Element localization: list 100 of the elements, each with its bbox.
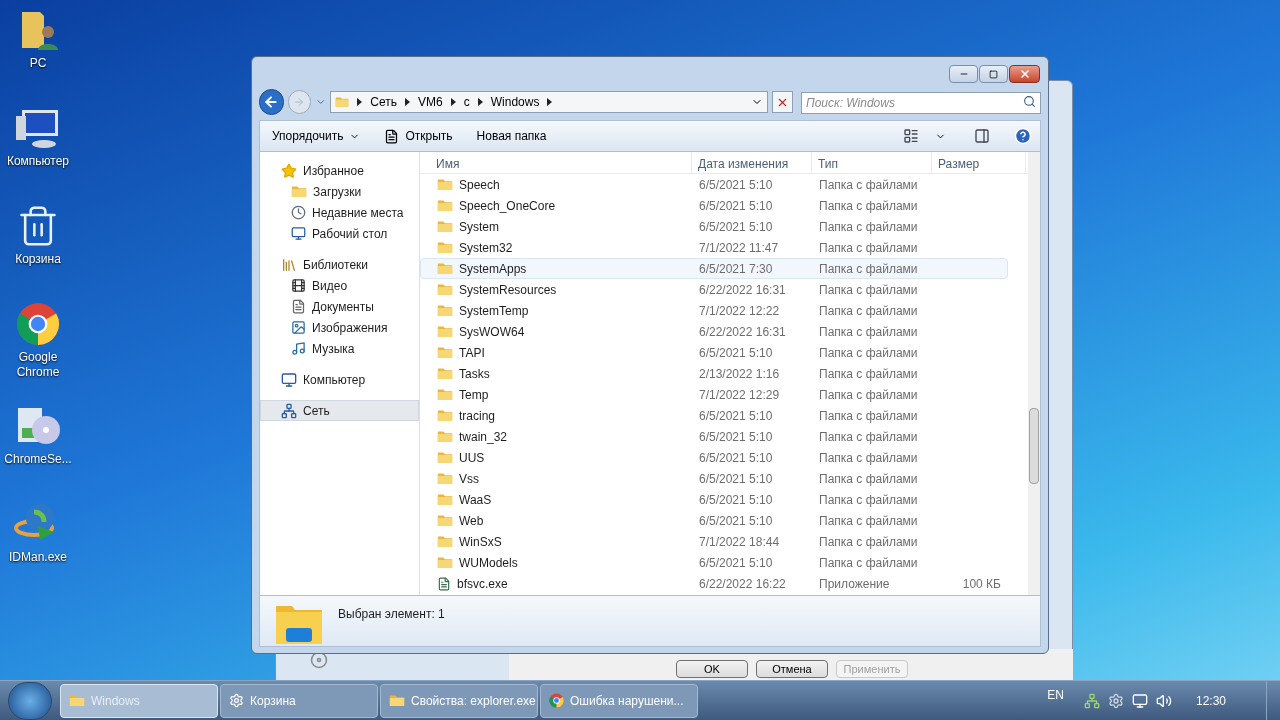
language-indicator[interactable]: EN [1047,685,1064,704]
folder-icon [437,556,453,569]
clock[interactable]: 12:30 [1195,691,1226,710]
nav-item[interactable]: Музыка [260,338,419,359]
file-row[interactable]: WaaS 6/5/2021 5:10 Папка с файлами [420,489,1008,510]
date-cell-text: 6/22/2022 16:31 [698,281,787,299]
nav-item[interactable]: Видео [260,275,419,296]
file-row[interactable]: Speech 6/5/2021 5:10 Папка с файлами [420,174,1008,195]
file-name: WUModels [459,554,518,572]
column-header[interactable]: Дата изменения [692,152,812,173]
nav-item[interactable]: Рабочий стол [260,223,419,244]
toolbar-button[interactable]: Открыть [380,124,457,148]
file-row[interactable]: WUModels 6/5/2021 5:10 Папка с файлами [420,552,1008,573]
desktop-icon-label[interactable]: ChromeSe... [4,452,72,467]
breadcrumb-arrow-icon[interactable] [547,98,553,106]
file-name: SysWOW64 [459,323,525,341]
folder-icon [437,178,453,191]
file-name: UUS [459,449,485,467]
nav-item[interactable]: Сеть [260,400,419,421]
nav-item[interactable]: Документы [260,296,419,317]
address-bar[interactable]: Сеть VM6 c Windows [330,91,768,113]
file-name: SystemResources [459,281,557,299]
nav-item[interactable]: Избранное [260,160,419,181]
file-row[interactable]: Vss 6/5/2021 5:10 Папка с файлами [420,468,1008,489]
library-icon [281,256,297,273]
file-row[interactable]: SysWOW64 6/22/2022 16:31 Папка с файлами [420,321,1008,342]
file-row[interactable]: UUS 6/5/2021 5:10 Папка с файлами [420,447,1008,468]
nav-item[interactable]: Изображения [260,317,419,338]
file-row[interactable]: Speech_OneCore 6/5/2021 5:10 Папка с файлами [420,195,1008,216]
file-row[interactable]: TAPI 6/5/2021 5:10 Папка с файлами [420,342,1008,363]
file-row[interactable]: twain_32 6/5/2021 5:10 Папка с файлами [420,426,1008,447]
breadcrumb-item[interactable]: VM6 [418,93,443,111]
desktop-icon-label[interactable]: PC [29,56,47,71]
file-row[interactable]: System32 7/1/2022 11:47 Папка с файлами [420,237,1008,258]
view-options-icon[interactable] [903,128,919,144]
image-icon [291,320,306,335]
folder-icon [437,199,453,212]
file-name: Temp [459,386,489,404]
type-cell-text: Папка с файлами [818,239,919,257]
preview-pane-icon[interactable] [974,128,990,144]
file-row[interactable]: SystemTemp 7/1/2022 12:22 Папка с файлами [420,300,1008,321]
dialog-button[interactable]: Отмена [756,660,828,678]
desktop-icon-label[interactable]: IDMan.exe [9,550,67,565]
breadcrumb-item[interactable]: Windows [490,93,540,111]
column-header[interactable]: Имя [420,152,692,173]
file-row[interactable]: System 6/5/2021 5:10 Папка с файлами [420,216,1008,237]
maximize-button[interactable] [979,65,1008,83]
desktop-icon [291,226,306,241]
monitor-tray-icon[interactable] [1131,692,1148,709]
file-row[interactable]: Temp 7/1/2022 12:29 Папка с файлами [420,384,1008,405]
nav-item[interactable]: Библиотеки [260,254,419,275]
type-cell-text: Папка с файлами [818,197,919,215]
file-row[interactable]: bfsvc.exe 6/22/2022 16:22 Приложение 100 КБ [420,573,1008,594]
scrollbar[interactable] [1028,152,1040,595]
start-button[interactable] [8,681,52,720]
column-header[interactable]: Размер [932,152,1026,173]
folder-icon [437,325,453,338]
file-row[interactable]: SystemResources 6/22/2022 16:31 Папка с файлами [420,279,1008,300]
dialog-button[interactable]: OK [676,660,748,678]
toolbar-button[interactable]: Новая папка [472,124,551,148]
document-icon [291,299,306,314]
column-header[interactable]: Тип [812,152,932,173]
file-row[interactable]: Tasks 2/13/2022 1:16 Папка с файлами [420,363,1008,384]
computer-icon [281,371,297,388]
file-row[interactable]: WinSxS 7/1/2022 18:44 Папка с файлами [420,531,1008,552]
folder-icon [437,241,453,254]
file-name: TAPI [459,344,485,362]
nav-item[interactable]: Загрузки [260,181,419,202]
close-button[interactable] [1009,65,1040,83]
type-cell-text: Папка с файлами [818,533,919,551]
folder-icon [437,367,453,380]
desktop-icon-label[interactable]: Компьютер [6,154,70,169]
desktop-icon-label[interactable]: Корзина [15,252,61,267]
clear-address-button[interactable] [771,91,793,113]
breadcrumb-arrow-icon[interactable] [477,98,483,106]
gear-tray-icon[interactable] [1107,692,1124,709]
chrome-icon [549,693,564,708]
file-row[interactable]: SystemApps 6/5/2021 7:30 Папка с файлами [420,258,1008,279]
nav-item[interactable]: Компьютер [260,369,419,390]
desktop-icon-label[interactable]: Google Chrome [0,350,76,380]
type-cell-text: Папка с файлами [818,449,919,467]
help-icon[interactable] [1014,127,1032,145]
toolbar-button[interactable]: Упорядочить [268,124,365,148]
nav-item[interactable]: Недавние места [260,202,419,223]
breadcrumb-item[interactable]: c [463,93,470,111]
back-button[interactable] [259,89,284,115]
file-row[interactable]: tracing 6/5/2021 5:10 Папка с файлами [420,405,1008,426]
breadcrumb-arrow-icon[interactable] [450,98,456,106]
file-name: WinSxS [459,533,502,551]
network-tray-icon[interactable] [1083,692,1100,709]
search-field[interactable]: Поиск: Windows [801,92,1041,114]
volume-tray-icon[interactable] [1155,692,1172,709]
breadcrumb-item[interactable]: Сеть [370,93,398,111]
gear-icon [229,693,244,708]
breadcrumb-arrow-icon[interactable] [357,98,363,106]
minimize-button[interactable] [949,65,978,83]
file-name: Speech_OneCore [459,197,556,215]
date-cell-text: 6/5/2021 5:10 [698,176,774,194]
file-row[interactable]: Web 6/5/2021 5:10 Папка с файлами [420,510,1008,531]
breadcrumb-arrow-icon[interactable] [405,98,411,106]
